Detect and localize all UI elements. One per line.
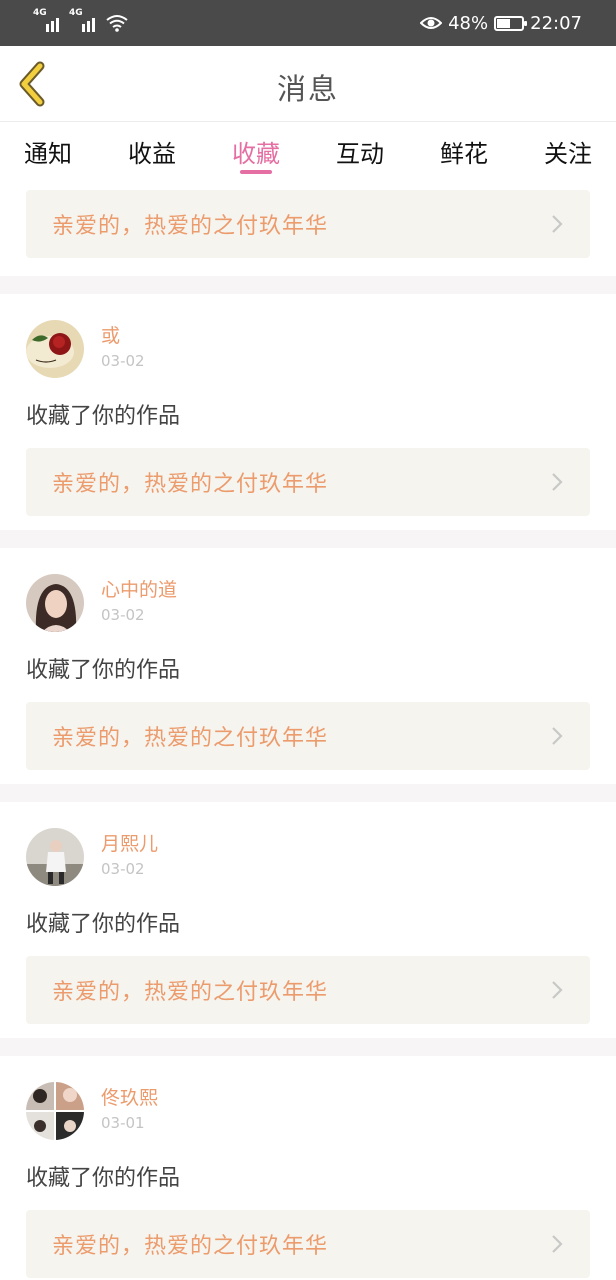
signal-icon: 4G	[33, 8, 64, 32]
action-text: 收藏了你的作品	[26, 1166, 181, 1191]
list-item: 佟玖熙 03-01 收藏了你的作品 亲爱的，热爱的之付玖年华	[0, 1056, 616, 1280]
network-type-label: 4G	[69, 8, 83, 18]
tab-interactions[interactable]: 互动	[336, 122, 384, 180]
work-link[interactable]: 亲爱的，热爱的之付玖年华	[26, 956, 590, 1024]
work-title: 亲爱的，热爱的之付玖年华	[52, 472, 329, 497]
list-item: 月熙儿 03-02 收藏了你的作品 亲爱的，热爱的之付玖年华	[0, 802, 616, 1038]
avatar[interactable]	[26, 1082, 84, 1140]
card-header: 佟玖熙 03-01	[0, 1082, 616, 1140]
divider	[0, 530, 616, 548]
status-left: 4G 4G	[33, 8, 128, 32]
list-item: 亲爱的，热爱的之付玖年华	[0, 180, 616, 276]
tab-follows[interactable]: 关注	[544, 122, 592, 180]
user-name[interactable]: 月熙儿	[101, 832, 158, 856]
page-title: 消息	[276, 72, 339, 106]
status-right: 48% 22:07	[420, 13, 582, 34]
chevron-right-icon	[552, 215, 563, 233]
tab-bar: 通知 收益 收藏 互动 鲜花 关注	[0, 122, 616, 180]
tab-earnings[interactable]: 收益	[128, 122, 176, 180]
work-link[interactable]: 亲爱的，热爱的之付玖年华	[26, 448, 590, 516]
work-title: 亲爱的，热爱的之付玖年华	[52, 1234, 329, 1259]
wifi-icon	[106, 15, 128, 32]
tab-favorites[interactable]: 收藏	[232, 122, 280, 180]
user-name[interactable]: 或	[101, 324, 145, 348]
timestamp: 03-01	[101, 1114, 145, 1132]
action-text: 收藏了你的作品	[26, 658, 181, 683]
battery-icon	[494, 15, 528, 31]
battery-percent: 48%	[448, 12, 489, 34]
eye-icon	[420, 17, 443, 29]
work-title: 亲爱的，热爱的之付玖年华	[52, 726, 329, 751]
tab-notifications[interactable]: 通知	[24, 122, 72, 180]
work-link[interactable]: 亲爱的，热爱的之付玖年华	[26, 1210, 590, 1278]
chevron-right-icon	[552, 473, 563, 491]
card-header: 或 03-02	[0, 320, 616, 378]
work-title: 亲爱的，热爱的之付玖年华	[52, 980, 329, 1005]
status-time: 22:07	[530, 12, 582, 34]
card-header: 心中的道 03-02	[0, 574, 616, 632]
list-item: 心中的道 03-02 收藏了你的作品 亲爱的，热爱的之付玖年华	[0, 548, 616, 784]
timestamp: 03-02	[101, 352, 145, 370]
user-meta: 佟玖熙 03-01	[101, 1086, 158, 1136]
divider	[0, 1038, 616, 1056]
signal-icon: 4G	[69, 8, 100, 32]
chevron-right-icon	[552, 1235, 563, 1253]
divider	[0, 276, 616, 294]
chevron-right-icon	[552, 981, 563, 999]
work-link[interactable]: 亲爱的，热爱的之付玖年华	[26, 702, 590, 770]
user-meta: 心中的道 03-02	[101, 578, 177, 628]
network-type-label: 4G	[33, 8, 47, 18]
work-link[interactable]: 亲爱的，热爱的之付玖年华	[26, 190, 590, 258]
timestamp: 03-02	[101, 606, 145, 624]
avatar[interactable]	[26, 320, 84, 378]
work-title: 亲爱的，热爱的之付玖年华	[52, 214, 329, 239]
action-text: 收藏了你的作品	[26, 404, 181, 429]
list-item: 或 03-02 收藏了你的作品 亲爱的，热爱的之付玖年华	[0, 294, 616, 530]
timestamp: 03-02	[101, 860, 145, 878]
user-name[interactable]: 心中的道	[101, 578, 177, 602]
message-list: 亲爱的，热爱的之付玖年华 或 03-02 收藏了你的作品 亲爱的，热爱的之付玖年…	[0, 180, 616, 1280]
chevron-right-icon	[552, 727, 563, 745]
divider	[0, 784, 616, 802]
action-text: 收藏了你的作品	[26, 912, 181, 937]
user-meta: 月熙儿 03-02	[101, 832, 158, 882]
avatar[interactable]	[26, 574, 84, 632]
nav-bar: 消息	[0, 46, 616, 122]
card-header: 月熙儿 03-02	[0, 828, 616, 886]
status-bar: 4G 4G 48% 22:07	[0, 0, 616, 46]
user-meta: 或 03-02	[101, 324, 145, 374]
tab-flowers[interactable]: 鲜花	[440, 122, 488, 180]
avatar[interactable]	[26, 828, 84, 886]
user-name[interactable]: 佟玖熙	[101, 1086, 158, 1110]
